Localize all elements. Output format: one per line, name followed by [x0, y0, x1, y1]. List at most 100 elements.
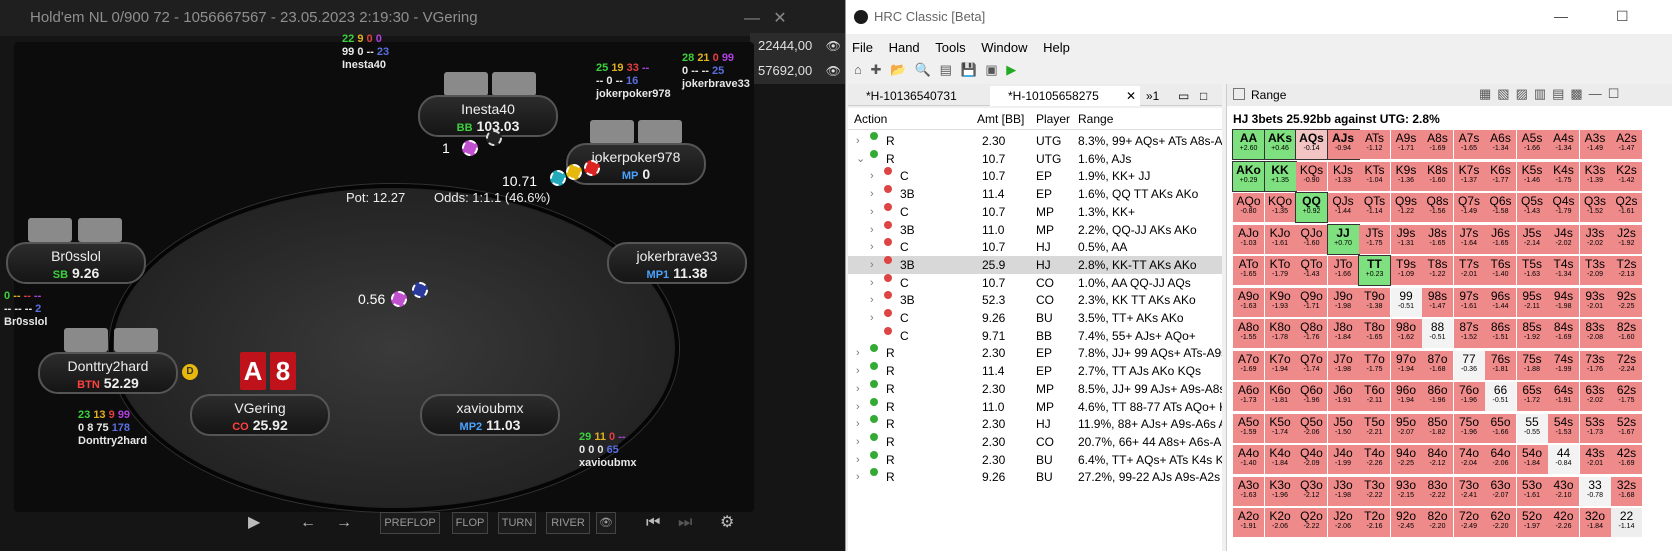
range-cell[interactable]: 77 -0.36	[1453, 350, 1485, 380]
range-cell[interactable]: 73o -2.41	[1453, 476, 1485, 506]
range-cell[interactable]: Q5o -2.06	[1296, 413, 1327, 443]
range-cell[interactable]: K4s -1.75	[1548, 161, 1579, 191]
range-cell[interactable]: 33 -0.78	[1579, 476, 1611, 506]
range-cell[interactable]: J6s -1.65	[1485, 224, 1516, 254]
range-cell[interactable]: 76s -1.81	[1485, 350, 1516, 380]
range-cell[interactable]: J4s -2.02	[1548, 224, 1579, 254]
range-cell[interactable]: T6o -2.11	[1359, 382, 1390, 411]
expand-icon[interactable]: ›	[870, 274, 874, 292]
expand-icon[interactable]: ›	[856, 380, 860, 398]
hud-inesta40[interactable]: 22 9 0 0 99 0 -- 23 Inesta40	[342, 33, 389, 72]
range-cell[interactable]: Q2s -1.61	[1611, 193, 1642, 222]
range-cell[interactable]: 96o -1.94	[1390, 382, 1422, 411]
range-cell[interactable]: 43s -2.01	[1579, 445, 1611, 474]
range-cell[interactable]: QJs -1.44	[1327, 193, 1359, 222]
range-cell[interactable]: 64s -1.91	[1548, 382, 1579, 411]
range-cell[interactable]: 84s -1.69	[1548, 319, 1579, 348]
range-cell[interactable]: T7s -2.01	[1453, 256, 1485, 285]
range-cell[interactable]: 76o -1.96	[1453, 382, 1485, 411]
range-cell[interactable]: 74s -1.99	[1548, 350, 1579, 380]
range-cell[interactable]: Q2o -2.22	[1296, 508, 1327, 537]
tree-row[interactable]: › 3B 11.4 EP 1.6%, QQ TT AKs AKo	[848, 185, 1222, 203]
step-forward-icon[interactable]: →	[336, 512, 352, 534]
range-cell[interactable]: T8s -1.22	[1422, 256, 1453, 285]
range-cell[interactable]: AA +2.60	[1232, 129, 1265, 160]
range-cell[interactable]: 43o -2.10	[1548, 476, 1579, 506]
hud-br0sslol[interactable]: 0 -- -- -- -- -- -- 2 Br0sslol	[4, 290, 47, 329]
range-cell[interactable]: K9s -1.36	[1390, 161, 1422, 191]
range-cell[interactable]: K6s -1.77	[1485, 161, 1516, 191]
range-cell[interactable]: 82s -1.60	[1611, 319, 1642, 348]
range-cell[interactable]: T9s -1.09	[1390, 256, 1422, 285]
range-cell[interactable]: J9o -1.98	[1327, 287, 1359, 317]
hud-jokerpoker978[interactable]: 25 19 33 -- -- 0 -- 16 jokerpoker978	[596, 62, 671, 101]
range-cell[interactable]: J3s -2.02	[1579, 224, 1611, 254]
tree-row[interactable]: › 3B 25.9 HJ 2.8%, KK-TT AKs AKo	[848, 255, 1222, 274]
expand-icon[interactable]: ›	[856, 132, 860, 150]
range-cell[interactable]: J7s -1.64	[1453, 224, 1485, 254]
menu-tools[interactable]: Tools	[935, 40, 965, 55]
range-cell[interactable]: A6o -1.73	[1233, 382, 1264, 411]
range-cell[interactable]: 82o -2.20	[1422, 508, 1453, 537]
range-cell[interactable]: J7o -1.98	[1327, 350, 1359, 380]
range-cell[interactable]: 86s -1.51	[1485, 319, 1516, 348]
range-cell[interactable]: J9s -1.31	[1390, 224, 1422, 254]
expand-icon[interactable]: ›	[856, 433, 860, 451]
expand-icon[interactable]: ›	[870, 256, 874, 274]
range-cell[interactable]: 87s -1.52	[1453, 319, 1485, 348]
range-cell[interactable]: A8s -1.69	[1422, 130, 1453, 159]
flop-button[interactable]: FLOP	[452, 512, 488, 534]
expand-icon[interactable]: ›	[856, 468, 860, 486]
range-cell[interactable]: K4o -1.84	[1264, 445, 1296, 474]
tree-row[interactable]: › R 11.0 MP 4.6%, TT 88-77 ATs AQo+ K	[848, 397, 1222, 416]
tab-hand-2[interactable]: *H-10105658275	[990, 86, 1140, 106]
range-cell[interactable]: JJ +0.70	[1326, 223, 1360, 255]
range-cell[interactable]: 53s -1.73	[1579, 413, 1611, 443]
seat-inesta40[interactable]: Inesta40 BB 103.03	[418, 95, 558, 137]
settings-gear-icon[interactable]: ⚙	[720, 512, 734, 534]
range-cell[interactable]: Q7o -1.74	[1296, 350, 1327, 380]
range-cell[interactable]: 83o -2.22	[1422, 476, 1453, 506]
range-cell[interactable]: 32s -1.68	[1611, 476, 1642, 506]
tab-hand-1[interactable]: *H-10136540731	[848, 86, 957, 106]
range-cell[interactable]: A2o -1.91	[1233, 508, 1264, 537]
tree-row[interactable]: › 3B 52.3 CO 2.3%, KK TT AKs AKo	[848, 291, 1222, 309]
range-cell[interactable]: Q6s -1.58	[1485, 193, 1516, 222]
expand-icon[interactable]: ›	[870, 309, 874, 327]
expand-icon[interactable]: ›	[870, 291, 874, 309]
range-cell[interactable]: 85o -1.82	[1422, 413, 1453, 443]
range-cell[interactable]: 52o -1.97	[1516, 508, 1548, 537]
range-cell[interactable]: K5s -1.46	[1516, 161, 1548, 191]
range-cell[interactable]: KJs -1.33	[1327, 161, 1359, 191]
range-cell[interactable]: Q9s -1.22	[1390, 193, 1422, 222]
tree-row[interactable]: › R 11.4 EP 2.7%, TT AJs AKo KQs	[848, 362, 1222, 380]
tree-row[interactable]: › C 10.7 EP 1.9%, KK+ JJ	[848, 167, 1222, 185]
range-cell[interactable]: 99 -0.51	[1390, 287, 1422, 317]
range-cell[interactable]: 53o -1.61	[1516, 476, 1548, 506]
expand-icon[interactable]: ›	[870, 185, 874, 203]
range-cell[interactable]: 94s -1.98	[1548, 287, 1579, 317]
menu-help[interactable]: Help	[1043, 40, 1070, 55]
col-range[interactable]: Range	[1078, 108, 1113, 130]
range-cell[interactable]: Q5s -1.43	[1516, 193, 1548, 222]
range-view-toolbar[interactable]: ▦▧▨▥▤▩—☐	[1479, 86, 1667, 102]
minimize-button[interactable]: —	[740, 0, 764, 36]
seat-donttry2hard[interactable]: Donttry2hard BTN 52.29	[38, 352, 178, 394]
range-cell[interactable]: KK +1.35	[1263, 160, 1297, 192]
range-cell[interactable]: Q4s -1.79	[1548, 193, 1579, 222]
range-cell[interactable]: Q7s -1.49	[1453, 193, 1485, 222]
range-cell[interactable]: J2s -1.92	[1611, 224, 1642, 254]
range-cell[interactable]: 98o -1.62	[1390, 319, 1422, 348]
range-cell[interactable]: AJo -1.03	[1233, 224, 1264, 254]
eye-icon[interactable]: 👁	[826, 58, 841, 84]
range-cell[interactable]: T9o -1.38	[1359, 287, 1390, 317]
range-cell[interactable]: Q9o -1.71	[1296, 287, 1327, 317]
range-cell[interactable]: Q8o -1.76	[1296, 319, 1327, 348]
range-cell[interactable]: ATo -1.65	[1233, 256, 1264, 285]
range-cell[interactable]: 66 -0.51	[1485, 382, 1516, 411]
range-cell[interactable]: A8o -1.55	[1233, 319, 1264, 348]
tree-row[interactable]: › 3B 11.0 MP 2.2%, QQ-JJ AKs AKo	[848, 220, 1222, 239]
range-cell[interactable]: A7s -1.65	[1453, 130, 1485, 159]
range-cell[interactable]: TT +0.23	[1358, 255, 1391, 286]
range-cell[interactable]: 32o -1.84	[1579, 508, 1611, 537]
